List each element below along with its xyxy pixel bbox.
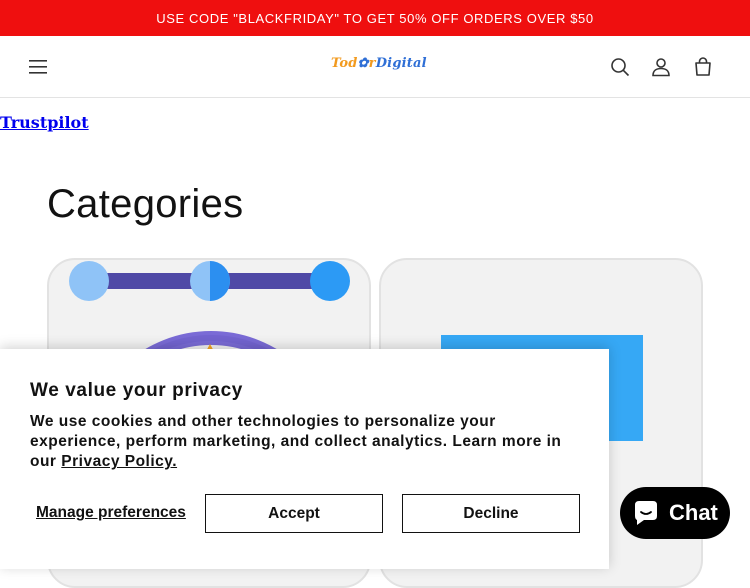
privacy-policy-link[interactable]: Privacy Policy. [61, 453, 177, 470]
site-logo[interactable]: Tod✿rDigital [331, 56, 427, 71]
chat-button[interactable]: Chat [620, 487, 730, 539]
menu-icon[interactable] [27, 56, 51, 78]
chat-label: Chat [669, 500, 718, 525]
chat-bubble-icon [635, 501, 657, 525]
trustpilot-link[interactable]: Trustpilot [0, 113, 89, 132]
logo-text-r: r [368, 56, 376, 71]
accept-button[interactable]: Accept [205, 494, 383, 533]
logo-mark-icon: ✿ [357, 56, 369, 71]
cookie-body: We use cookies and other technologies to… [30, 412, 586, 472]
cookie-banner: We value your privacy We use cookies and… [0, 349, 609, 569]
logo-text-tod: Tod [331, 56, 358, 71]
logo-text-digital: Digital [375, 56, 427, 71]
announcement-bar: USE CODE "BLACKFRIDAY" TO GET 50% OFF OR… [0, 0, 750, 36]
categories-title: Categories [47, 182, 244, 226]
announcement-text: USE CODE "BLACKFRIDAY" TO GET 50% OFF OR… [156, 10, 594, 26]
site-header: Tod✿rDigital [0, 36, 750, 98]
account-icon[interactable] [648, 54, 674, 80]
search-icon[interactable] [607, 54, 633, 80]
decline-button[interactable]: Decline [402, 494, 580, 533]
cookie-title: We value your privacy [30, 380, 243, 401]
cart-icon[interactable] [690, 54, 716, 80]
manage-preferences-link[interactable]: Manage preferences [36, 504, 186, 522]
